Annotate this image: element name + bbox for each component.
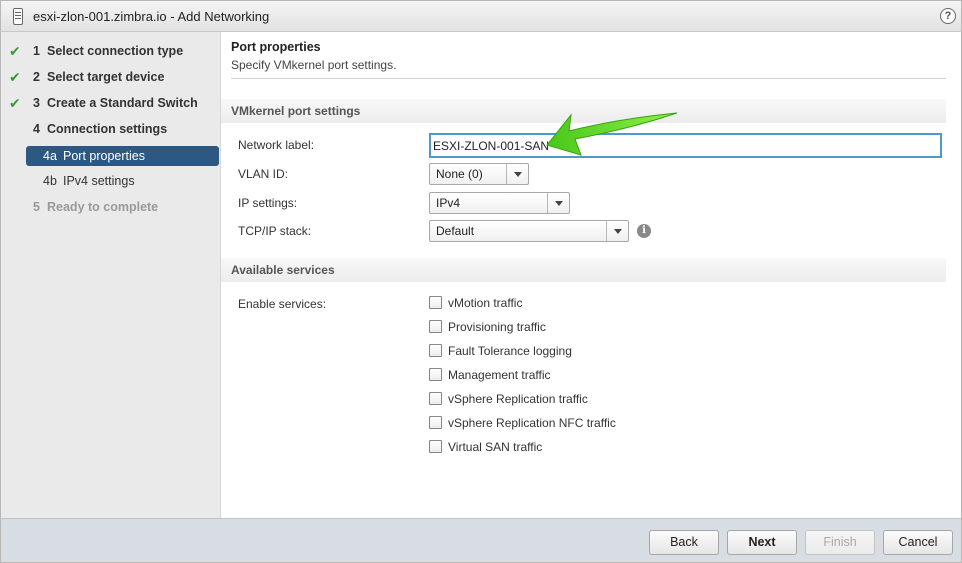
- step-connection-settings[interactable]: 4 Connection settings: [1, 118, 221, 140]
- virtual-san-checkbox[interactable]: [429, 440, 442, 453]
- wizard-footer: Back Next Finish Cancel: [0, 518, 962, 563]
- step-number: 4a: [43, 149, 57, 163]
- step-select-connection-type[interactable]: ✔ 1 Select connection type: [1, 40, 221, 62]
- service-label: vMotion traffic: [448, 296, 523, 310]
- vsphere-replication-nfc-checkbox[interactable]: [429, 416, 442, 429]
- fault-tolerance-checkbox[interactable]: [429, 344, 442, 357]
- tcpip-stack-label: TCP/IP stack:: [238, 224, 312, 238]
- step-ready-to-complete: 5 Ready to complete: [1, 196, 221, 218]
- step-number: 1: [33, 44, 40, 58]
- provisioning-checkbox[interactable]: [429, 320, 442, 333]
- vlan-id-select[interactable]: None (0): [429, 163, 529, 185]
- ip-settings-select[interactable]: IPv4: [429, 192, 570, 214]
- step-label: IPv4 settings: [63, 174, 135, 188]
- page-subtitle: Specify VMkernel port settings.: [231, 58, 397, 72]
- cancel-button[interactable]: Cancel: [883, 530, 953, 555]
- vsphere-replication-checkbox[interactable]: [429, 392, 442, 405]
- divider: [231, 78, 946, 79]
- step-port-properties[interactable]: 4a Port properties: [26, 146, 219, 166]
- window-title: esxi-zlon-001.zimbra.io - Add Networking: [33, 9, 270, 24]
- step-number: 2: [33, 70, 40, 84]
- ip-settings-value: IPv4: [436, 196, 461, 210]
- info-icon[interactable]: i: [637, 224, 651, 238]
- wizard-content: Port properties Specify VMkernel port se…: [221, 32, 962, 518]
- chevron-down-icon[interactable]: [606, 221, 628, 241]
- service-label: Management traffic: [448, 368, 551, 382]
- step-number: 4: [33, 122, 40, 136]
- step-create-standard-switch[interactable]: ✔ 3 Create a Standard Switch: [1, 92, 221, 114]
- step-number: 5: [33, 200, 40, 214]
- management-checkbox[interactable]: [429, 368, 442, 381]
- next-button[interactable]: Next: [727, 530, 797, 555]
- checkmark-icon: ✔: [9, 95, 21, 111]
- tcpip-stack-value: Default: [436, 224, 475, 238]
- step-number: 3: [33, 96, 40, 110]
- annotation-arrow-icon: [546, 112, 678, 156]
- service-label: Provisioning traffic: [448, 320, 546, 334]
- enable-services-label: Enable services:: [238, 297, 327, 311]
- checkmark-icon: ✔: [9, 69, 21, 85]
- step-label: Ready to complete: [47, 200, 159, 214]
- help-icon[interactable]: ?: [940, 8, 956, 24]
- step-label: Create a Standard Switch: [47, 96, 198, 110]
- section-header-services: Available services: [221, 258, 946, 282]
- chevron-down-icon[interactable]: [547, 193, 569, 213]
- finish-button: Finish: [805, 530, 875, 555]
- step-select-target-device[interactable]: ✔ 2 Select target device: [1, 66, 221, 88]
- vmotion-checkbox[interactable]: [429, 296, 442, 309]
- step-label: Connection settings: [47, 122, 168, 136]
- wizard-steps-sidebar: ✔ 1 Select connection type ✔ 2 Select ta…: [0, 32, 221, 518]
- service-label: Virtual SAN traffic: [448, 440, 543, 454]
- step-label: Select target device: [47, 70, 165, 84]
- service-label: vSphere Replication traffic: [448, 392, 588, 406]
- network-label-label: Network label:: [238, 138, 315, 152]
- step-label: Select connection type: [47, 44, 184, 58]
- page-title: Port properties: [231, 40, 321, 54]
- vlan-id-label: VLAN ID:: [238, 167, 289, 181]
- chevron-down-icon[interactable]: [506, 164, 528, 184]
- back-button[interactable]: Back: [649, 530, 719, 555]
- section-title: VMkernel port settings: [231, 104, 361, 118]
- service-label: Fault Tolerance logging: [448, 344, 572, 358]
- network-label-input[interactable]: [429, 133, 942, 158]
- step-ipv4-settings[interactable]: 4b IPv4 settings: [1, 170, 221, 192]
- vlan-id-value: None (0): [436, 167, 483, 181]
- service-label: vSphere Replication NFC traffic: [448, 416, 616, 430]
- step-number: 4b: [43, 174, 57, 188]
- host-server-icon: [13, 8, 23, 25]
- window-titlebar: esxi-zlon-001.zimbra.io - Add Networking…: [0, 0, 962, 32]
- section-title: Available services: [231, 263, 335, 277]
- step-label: Port properties: [63, 149, 145, 163]
- checkmark-icon: ✔: [9, 43, 21, 59]
- tcpip-stack-select[interactable]: Default: [429, 220, 629, 242]
- ip-settings-label: IP settings:: [238, 196, 298, 210]
